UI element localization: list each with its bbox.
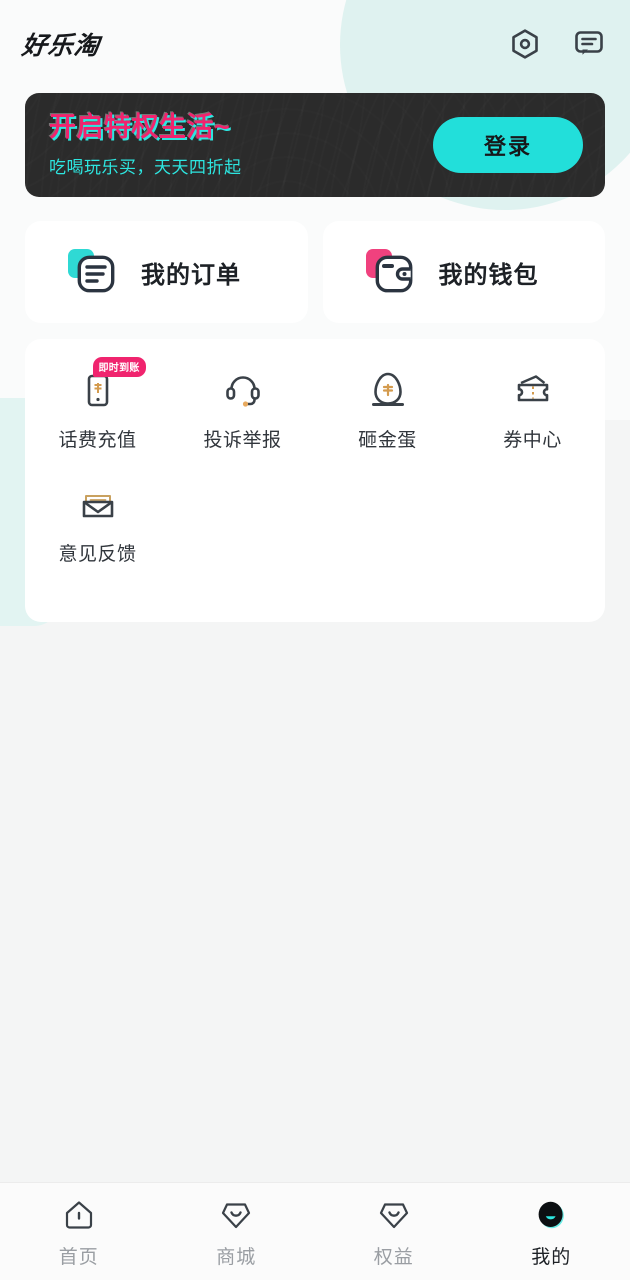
tab-label: 首页 [58,1246,99,1268]
service-golden-egg[interactable]: 砸金蛋 [315,361,460,475]
golden-egg-icon [365,361,411,419]
service-label: 意见反馈 [58,544,137,565]
coupon-ticket-icon [510,361,556,419]
service-label: 券中心 [503,430,562,451]
tab-label: 权益 [373,1246,414,1268]
app-root: 好乐淘 开启特权生活~ 吃喝玩乐买，天天四折起 登录 我的订单 我的钱包 即时到… [0,0,630,1280]
my-wallet-label: 我的钱包 [438,261,539,289]
tab-benefits[interactable]: 权益 [315,1195,473,1269]
bottom-tabbar: 首页 商城 权益 我的 [0,1182,630,1280]
service-feedback[interactable]: 意见反馈 [25,475,170,589]
service-badge: 即时到账 [92,357,146,377]
login-button[interactable]: 登录 [433,117,583,173]
profile-icon [531,1195,571,1235]
service-coupon-center[interactable]: 券中心 [460,361,605,475]
app-header: 好乐淘 [0,0,630,88]
envelope-feedback-icon [75,475,121,533]
banner-subtitle: 吃喝玩乐买，天天四折起 [49,157,242,177]
tab-mall[interactable]: 商城 [158,1195,316,1269]
app-logo: 好乐淘 [20,32,102,60]
wallet-icon [361,242,417,303]
phone-recharge-icon: 即时到账 [75,357,146,419]
service-label: 话费充值 [58,430,137,451]
tab-home[interactable]: 首页 [0,1195,158,1269]
tab-label: 商城 [216,1246,257,1268]
service-complaint[interactable]: 投诉举报 [170,361,315,475]
my-orders-card[interactable]: 我的订单 [25,221,308,323]
membership-banner[interactable]: 开启特权生活~ 吃喝玩乐买，天天四折起 登录 [25,93,605,197]
home-icon [60,1195,98,1235]
banner-title: 开启特权生活~ [49,112,231,143]
service-label: 投诉举报 [203,430,282,451]
settings-hexagon-icon[interactable] [506,25,544,63]
entry-card-row: 我的订单 我的钱包 [25,221,605,323]
tab-label: 我的 [531,1246,572,1268]
headset-icon [220,361,266,419]
benefits-icon [375,1195,413,1235]
header-actions [506,25,608,63]
message-icon[interactable] [570,25,608,63]
order-document-icon [63,242,119,303]
mall-icon [217,1195,255,1235]
services-grid: 即时到账 话费充值 投诉举报 砸金蛋 券中心 意见反馈 [25,339,605,622]
my-wallet-card[interactable]: 我的钱包 [322,221,605,323]
service-phone-recharge[interactable]: 即时到账 话费充值 [25,357,170,475]
my-orders-label: 我的订单 [141,261,241,289]
tab-profile[interactable]: 我的 [473,1195,630,1269]
service-label: 砸金蛋 [358,430,417,451]
banner-text-block: 开启特权生活~ 吃喝玩乐买，天天四折起 [49,112,242,177]
